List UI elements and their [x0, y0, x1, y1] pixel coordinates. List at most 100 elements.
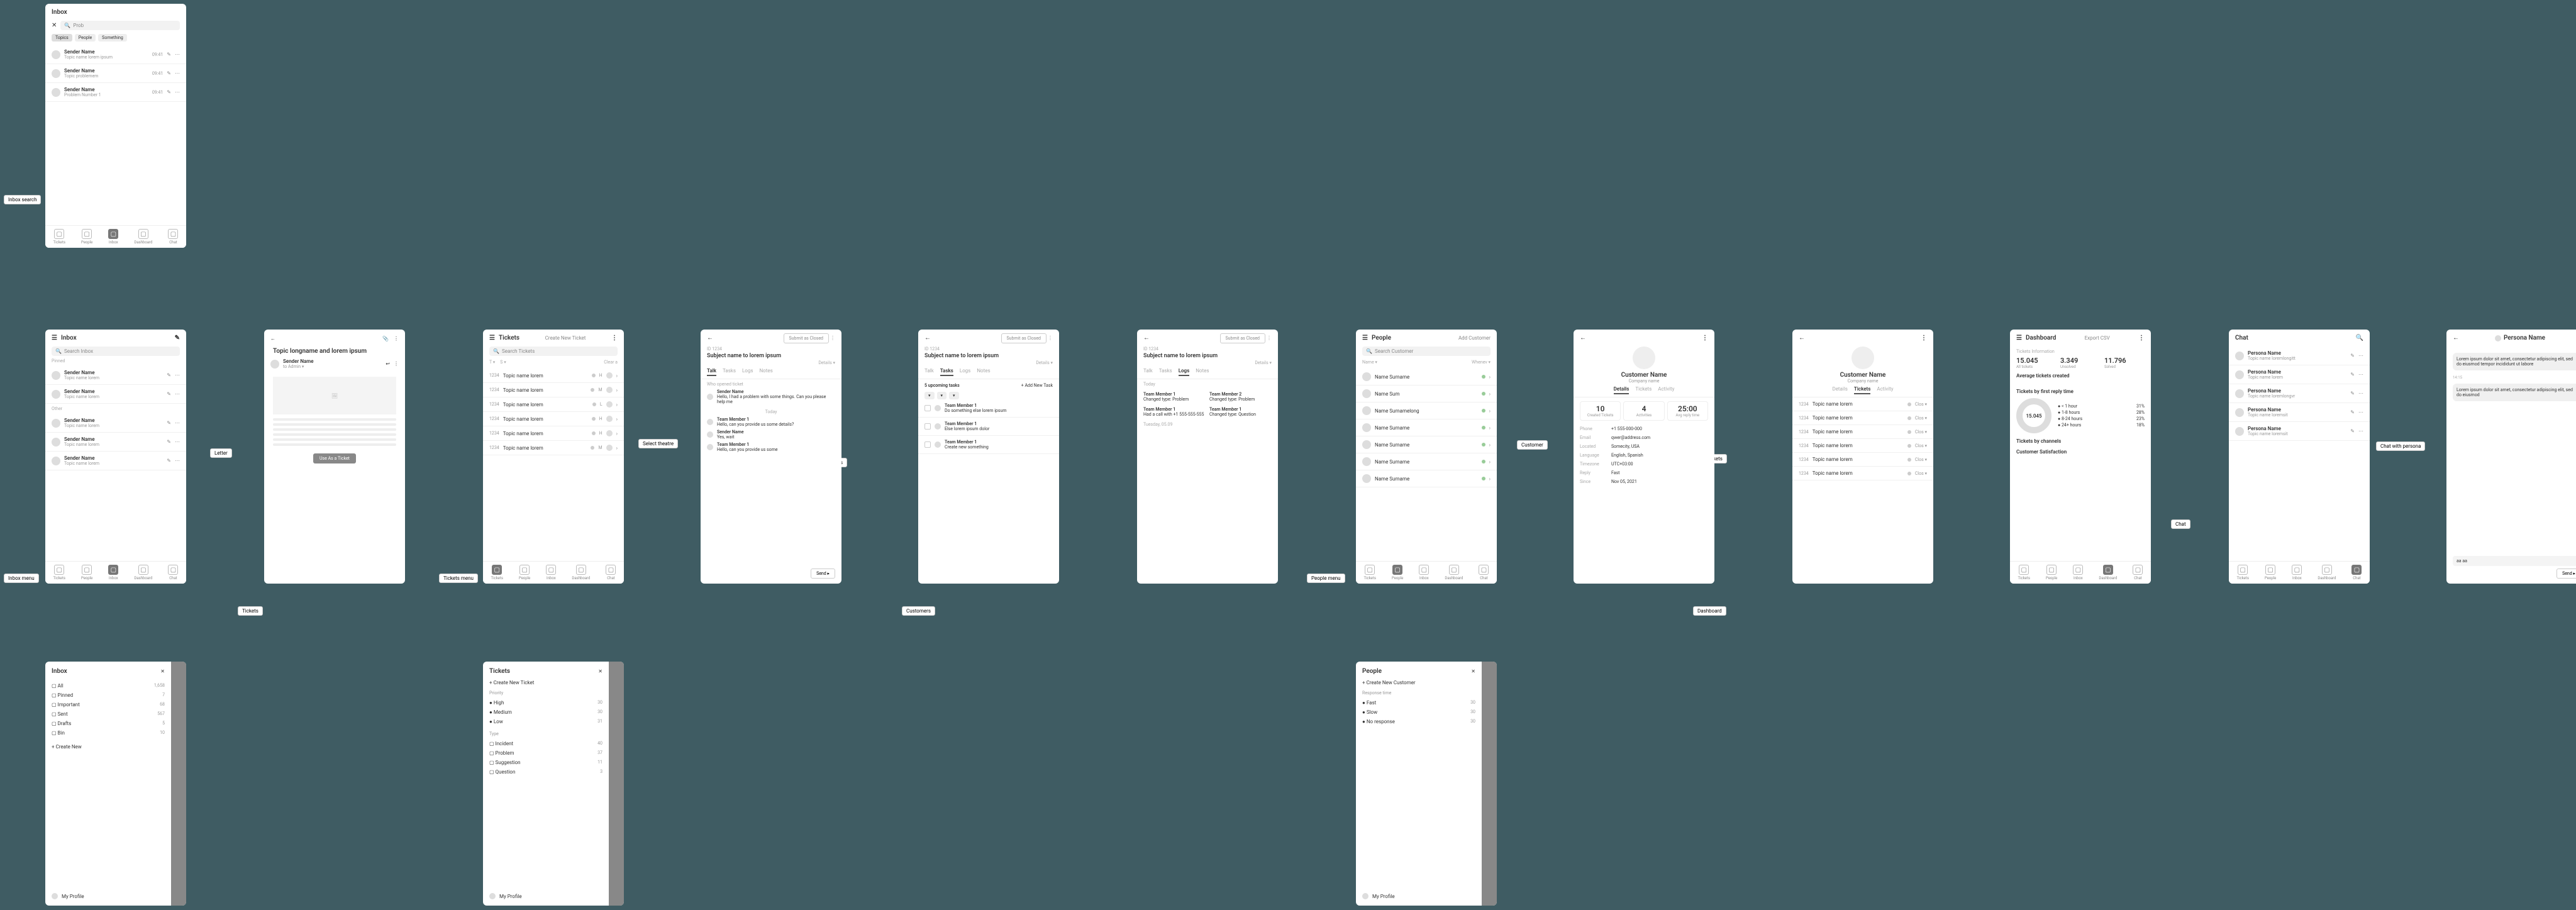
tab-inbox[interactable]: ▢Inbox: [546, 565, 556, 580]
tab-logs[interactable]: Logs: [960, 368, 971, 376]
search-field[interactable]: 🔍Prob: [60, 21, 180, 30]
ticket-row[interactable]: 1234Topic name loremH›: [483, 369, 624, 383]
ticket-row[interactable]: 1234Topic name loremClos ▾: [1792, 425, 1933, 439]
tab-people[interactable]: ▢People: [81, 229, 92, 245]
f3[interactable]: ▾: [949, 392, 959, 399]
filter-topics[interactable]: Topics: [52, 34, 72, 42]
new-task-link[interactable]: + Add New Task: [1021, 383, 1053, 388]
ticket-row[interactable]: 1234Topic name loremM›: [483, 383, 624, 397]
inbox-item[interactable]: Sender NameTopic name lorem ipsum09:41✎⋯: [45, 45, 186, 64]
menu-item[interactable]: ● High30: [489, 698, 602, 707]
close-icon[interactable]: ✕: [1471, 669, 1475, 674]
attach-icon[interactable]: 📎: [382, 336, 389, 341]
menu-item[interactable]: ▢ Sent567: [52, 709, 165, 719]
tab-tasks[interactable]: Tasks: [940, 368, 953, 376]
tab-dashboard[interactable]: ▢Dashboard: [1445, 565, 1463, 580]
tab-chat[interactable]: ▢Chat: [1479, 565, 1489, 580]
back-icon[interactable]: ←: [1580, 335, 1586, 341]
tab-notes[interactable]: Notes: [759, 368, 772, 376]
export-link[interactable]: Export CSV: [2085, 335, 2110, 341]
tab-notes[interactable]: Notes: [1196, 368, 1209, 376]
inbox-item[interactable]: Sender NameProblem Number 109:41✎⋯: [45, 83, 186, 102]
tab-chat[interactable]: ▢Chat: [606, 565, 616, 580]
menu-item[interactable]: ● No response30: [1362, 717, 1475, 726]
tab-details[interactable]: Details: [1832, 386, 1847, 394]
details-link[interactable]: Details: [1036, 360, 1049, 365]
tab-chat[interactable]: ▢Chat: [2351, 565, 2362, 580]
person-row[interactable]: Name Surname›: [1356, 453, 1497, 470]
create-link[interactable]: Create New Ticket: [545, 335, 586, 341]
tab-dashboard[interactable]: ▢Dashboard: [134, 565, 152, 580]
tab-details[interactable]: Details: [1614, 386, 1629, 394]
menu-item[interactable]: ▢ Important68: [52, 700, 165, 709]
back-icon[interactable]: ←: [1799, 335, 1805, 341]
menu-item[interactable]: ● Fast30: [1362, 698, 1475, 707]
tab-people[interactable]: ▢People: [2265, 565, 2276, 580]
menu-item[interactable]: ▢ Pinned7: [52, 691, 165, 700]
tab-inbox[interactable]: ▢Inbox: [2073, 565, 2083, 580]
menu-item[interactable]: ▢ Drafts5: [52, 719, 165, 728]
inbox-item[interactable]: Sender NameTopic name lorem✎⋯: [45, 385, 186, 404]
inbox-item[interactable]: Sender NameTopic name lorem✎⋯: [45, 433, 186, 452]
tab-chat[interactable]: ▢Chat: [168, 229, 178, 245]
menu-item[interactable]: ● Low31: [489, 717, 602, 726]
tab-dashboard[interactable]: ▢Dashboard: [134, 229, 152, 245]
tab-inbox[interactable]: ▢Inbox: [1419, 565, 1429, 580]
create-new[interactable]: + Create New: [52, 744, 165, 750]
close-icon[interactable]: ✕: [598, 669, 602, 674]
person-row[interactable]: Name Sum›: [1356, 386, 1497, 402]
menu-item[interactable]: ● Medium30: [489, 707, 602, 717]
menu-item[interactable]: ▢ Problem37: [489, 748, 602, 758]
profile[interactable]: My Profile: [499, 894, 522, 899]
tab-tickets[interactable]: ▢Tickets: [1364, 565, 1376, 580]
search[interactable]: 🔍Search Inbox: [52, 347, 180, 356]
tab-dashboard[interactable]: ▢Dashboard: [572, 565, 590, 580]
ticket-row[interactable]: 1234Topic name loremClos ▾: [1792, 439, 1933, 453]
tab-tickets[interactable]: ▢Tickets: [2018, 565, 2030, 580]
chat-item[interactable]: Persona NameTopic name loremlongvr✎⋯: [2229, 384, 2370, 403]
menu-item[interactable]: ▢ Suggestion11: [489, 758, 602, 767]
menu-item[interactable]: ▢ Incident40: [489, 739, 602, 748]
person-row[interactable]: Name Surname›: [1356, 470, 1497, 487]
profile[interactable]: My Profile: [1372, 894, 1395, 899]
filter-something[interactable]: Something: [98, 34, 127, 42]
filter-people[interactable]: People: [75, 34, 96, 42]
submit-closed[interactable]: Submit as Closed: [1220, 333, 1266, 343]
tab-dashboard[interactable]: ▢Dashboard: [2099, 565, 2117, 580]
task-item[interactable]: Team Member 1Else lorem ipsum dolor: [918, 418, 1059, 436]
tab-tickets[interactable]: ▢Tickets: [491, 565, 503, 580]
task-item[interactable]: Team Member 1Do something else lorem ips…: [918, 399, 1059, 418]
col-when[interactable]: Whenev ▾: [1472, 360, 1491, 365]
col-t[interactable]: T ▾: [489, 360, 495, 365]
chat-item[interactable]: Persona NameTopic name loremsit✎⋯: [2229, 403, 2370, 422]
profile[interactable]: My Profile: [62, 894, 84, 899]
tab-chat[interactable]: ▢Chat: [168, 565, 178, 580]
ticket-row[interactable]: 1234Topic name loremClos ▾: [1792, 453, 1933, 467]
menu-item[interactable]: ▢ Bin10: [52, 728, 165, 738]
tab-tickets[interactable]: ▢Tickets: [2237, 565, 2249, 580]
inbox-item[interactable]: Sender NameTopic name lorem✎⋯: [45, 452, 186, 470]
tab-chat[interactable]: ▢Chat: [2133, 565, 2143, 580]
f2[interactable]: ▾: [937, 392, 947, 399]
tab-inbox[interactable]: ▢Inbox: [2292, 565, 2302, 580]
tab-talk[interactable]: Talk: [1143, 368, 1153, 376]
compose-icon[interactable]: ✎: [175, 335, 180, 341]
person-row[interactable]: Name Surname›: [1356, 419, 1497, 436]
back-icon[interactable]: ←: [707, 335, 713, 341]
inbox-item[interactable]: Sender NameTopic name lorem✎⋯: [45, 414, 186, 433]
tab-talk[interactable]: Talk: [707, 368, 716, 376]
tab-people[interactable]: ▢People: [2046, 565, 2057, 580]
col-clear[interactable]: Clear a: [604, 360, 618, 365]
tab-notes[interactable]: Notes: [977, 368, 990, 376]
col-s[interactable]: S ▾: [500, 360, 506, 365]
person-row[interactable]: Name Surnamelong›: [1356, 402, 1497, 419]
input[interactable]: aa aa: [2453, 556, 2576, 566]
send-button[interactable]: Send ▸: [811, 569, 835, 579]
create-new[interactable]: + Create New Customer: [1362, 680, 1475, 685]
close-icon[interactable]: ✕: [160, 669, 165, 674]
chat-item[interactable]: Persona NameTopic name loremlongitt✎⋯: [2229, 347, 2370, 365]
search[interactable]: 🔍Search Tickets: [489, 347, 618, 356]
chat-item[interactable]: Persona NameTopic name lorem✎⋯: [2229, 365, 2370, 384]
menu-icon[interactable]: ☰: [52, 335, 57, 341]
back-icon[interactable]: ←: [924, 335, 931, 341]
